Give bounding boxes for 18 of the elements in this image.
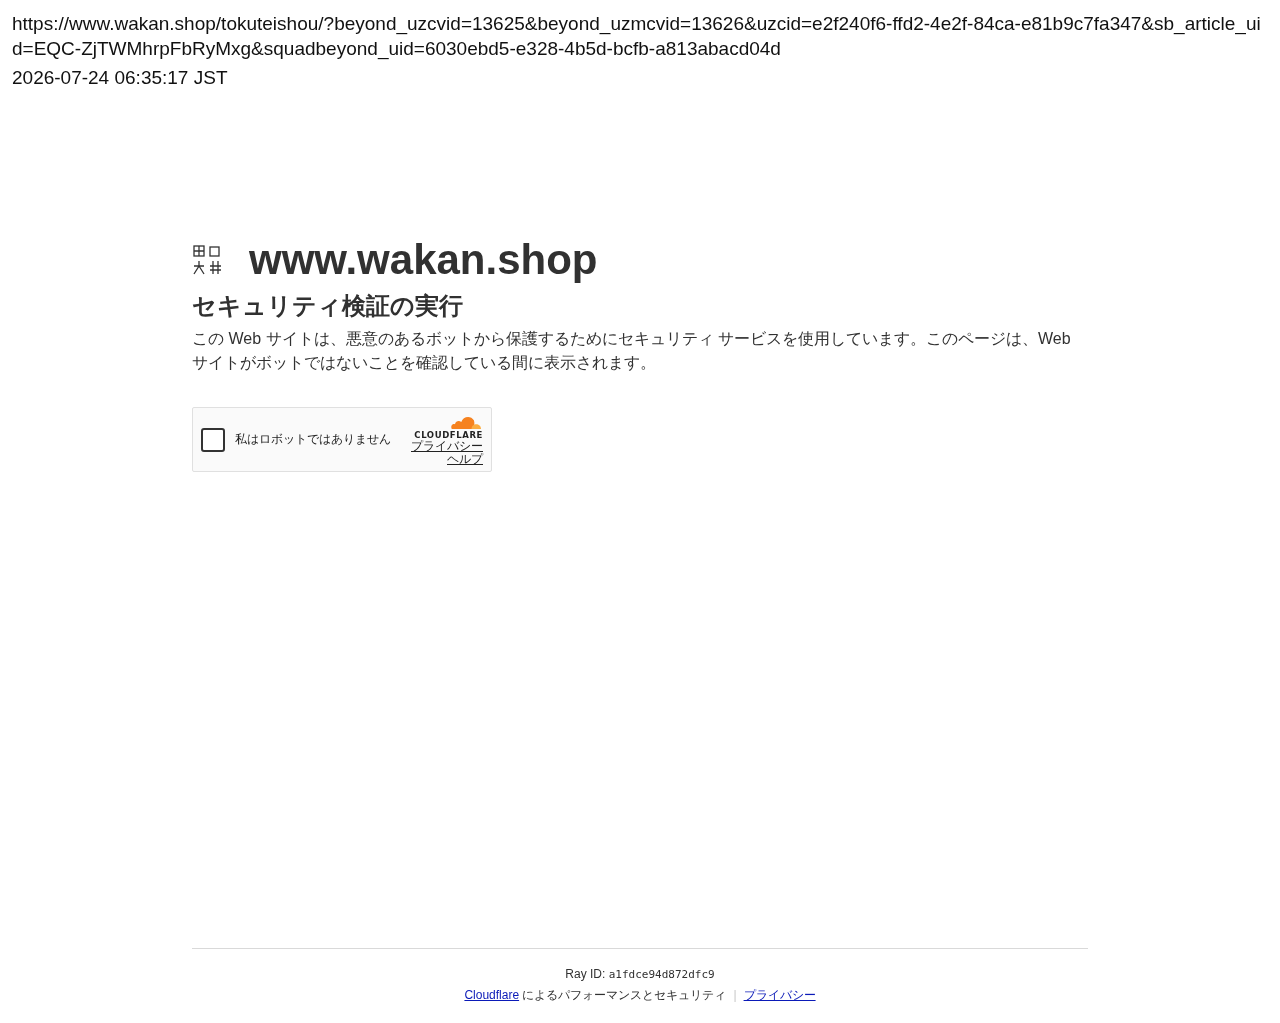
ray-id-value: a1fdce94d872dfc9: [608, 968, 715, 981]
site-logo-icon: [193, 245, 223, 275]
cloud-logo-icon: [449, 414, 483, 429]
ray-id-label: Ray ID:: [565, 967, 606, 981]
performance-text: によるパフォーマンスとセキュリティ: [522, 988, 727, 1002]
brand-wordmark: CLOUDFLARE: [414, 430, 483, 440]
site-name: www.wakan.shop: [249, 236, 598, 284]
checkbox-label: 私はロボットではありません: [235, 432, 391, 447]
page-url: https://www.wakan.shop/tokuteishou/?beyond_uzcvid=13625&beyond_uzmcvid=13626&uzcid=e2f240f6-ffd2-4e2f-84ca-e81b9c7fa347&sb_article_uid=EQC-ZjTWMhrpFbRyMxg&squadbeyond_uid=6030ebd5-e328-4b5d-bcfb-a813abacd04d: [12, 12, 1262, 61]
description-text: この Web サイトは、悪意のあるボットから保護するためにセキュリティ サービスを使用しています。このページは、Web サイトがボットではないことを確認している間に表示されます。: [192, 329, 1072, 373]
page-heading: セキュリティ検証の実行: [192, 291, 464, 321]
capture-timestamp: 2026-07-24 06:35:17 JST: [12, 66, 228, 90]
verify-checkbox[interactable]: [201, 427, 225, 452]
privacy-link[interactable]: プライバシー: [743, 988, 816, 1002]
widget-link[interactable]: プライバシー: [411, 440, 483, 453]
cloudflare-link[interactable]: Cloudflare: [464, 988, 520, 1002]
separator-text: |: [733, 988, 737, 1002]
widget-link[interactable]: ヘルプ: [447, 452, 483, 465]
